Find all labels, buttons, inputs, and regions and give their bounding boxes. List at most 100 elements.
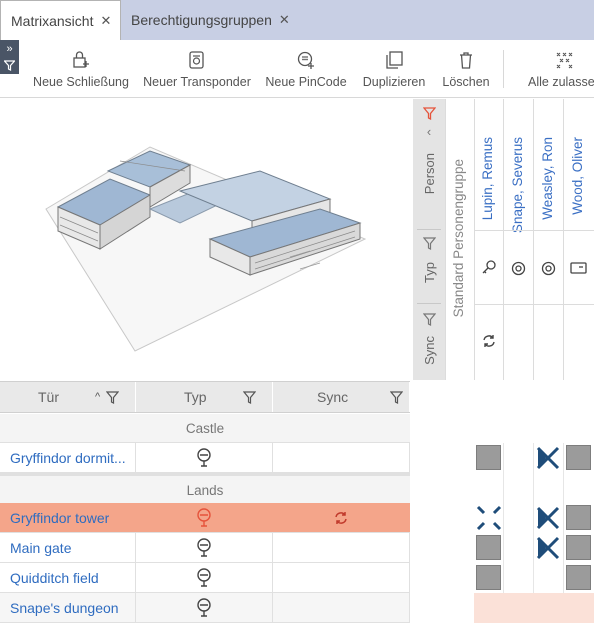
cylinder-lock-icon bbox=[197, 597, 211, 617]
door-cell[interactable]: Quidditch field bbox=[0, 563, 136, 592]
person-filter[interactable]: ‹ Person bbox=[413, 107, 445, 225]
allow-all-label: Alle zulassen bbox=[528, 75, 594, 89]
group-header-castle[interactable]: Castle bbox=[0, 414, 410, 443]
delete-button[interactable]: Löschen bbox=[442, 40, 490, 98]
table-row[interactable]: Quidditch field bbox=[0, 563, 410, 593]
key-icon bbox=[482, 260, 496, 274]
standard-group-label: Standard Personengruppe bbox=[451, 159, 466, 318]
authorization-cell-granted[interactable] bbox=[566, 445, 591, 470]
door-cell[interactable]: Gryffindor tower bbox=[0, 503, 136, 532]
building-image-area bbox=[0, 99, 413, 380]
filter-icon[interactable] bbox=[390, 390, 404, 404]
door-name: Gryffindor tower bbox=[10, 509, 110, 526]
filter-divider bbox=[417, 303, 441, 304]
authorization-revoked-icon[interactable] bbox=[535, 505, 561, 531]
authorization-cell-granted[interactable] bbox=[476, 565, 501, 590]
filter-divider bbox=[417, 229, 441, 230]
card-icon bbox=[570, 262, 587, 274]
toolbar-divider bbox=[503, 50, 504, 88]
cylinder-lock-icon bbox=[197, 507, 211, 527]
door-name: Main gate bbox=[10, 539, 72, 556]
door-cell[interactable]: Gryffindor dormit... bbox=[0, 443, 136, 472]
typ-filter-label: Typ bbox=[421, 262, 437, 283]
filter-active-icon[interactable] bbox=[422, 107, 436, 120]
authorization-revoked-icon[interactable] bbox=[535, 445, 561, 471]
sort-ascending-icon[interactable]: ^ bbox=[95, 391, 100, 403]
table-row[interactable]: Snape's dungeon bbox=[0, 593, 410, 623]
person-filter-label: Person bbox=[421, 153, 437, 195]
door-header-label: Tür bbox=[38, 389, 59, 405]
person-name: Snape, Severus bbox=[510, 137, 525, 234]
allow-all-button[interactable]: Alle zulassen bbox=[528, 40, 594, 98]
column-header-sync[interactable]: Sync bbox=[273, 382, 410, 412]
door-name: Snape's dungeon bbox=[10, 599, 119, 616]
transponder-icon bbox=[541, 261, 556, 276]
column-header-type[interactable]: Typ bbox=[136, 382, 273, 412]
type-cell bbox=[136, 443, 273, 472]
type-cell bbox=[136, 503, 273, 532]
lock-add-icon bbox=[73, 51, 89, 68]
person-name: Lupin, Remus bbox=[480, 137, 495, 221]
person-column-lupin[interactable]: Lupin, Remus bbox=[474, 99, 503, 380]
group-header-lands[interactable]: Lands bbox=[0, 476, 410, 505]
matrix-row-highlight[interactable] bbox=[474, 593, 594, 623]
tab-berechtigungsgruppen[interactable]: Berechtigungsgruppen ✕ bbox=[121, 0, 301, 40]
close-icon[interactable]: ✕ bbox=[279, 12, 290, 28]
typ-filter[interactable]: Typ bbox=[413, 237, 445, 299]
new-pincode-label: Neue PinCode bbox=[265, 75, 347, 89]
authorization-cell-granted[interactable] bbox=[566, 535, 591, 560]
type-cell bbox=[136, 593, 273, 622]
filter-icon[interactable] bbox=[106, 390, 120, 404]
authorization-revoked-icon[interactable] bbox=[535, 535, 561, 561]
trash-icon bbox=[460, 52, 472, 69]
header-divider bbox=[474, 304, 594, 305]
duplicate-button[interactable]: Duplizieren bbox=[362, 40, 426, 98]
door-cell[interactable]: Main gate bbox=[0, 533, 136, 562]
sync-cell bbox=[273, 563, 410, 592]
allow-all-icon bbox=[556, 52, 573, 69]
new-transponder-button[interactable]: Neuer Transponder bbox=[143, 40, 251, 98]
person-column-weasley[interactable]: Weasley, Ron bbox=[533, 99, 563, 380]
filter-icon[interactable] bbox=[422, 313, 436, 326]
door-name: Quidditch field bbox=[10, 569, 99, 586]
building-illustration bbox=[45, 146, 367, 352]
person-name: Wood, Oliver bbox=[570, 137, 585, 215]
expand-icon[interactable]: » bbox=[6, 43, 12, 55]
pincode-add-icon bbox=[297, 51, 314, 69]
duplicate-label: Duplizieren bbox=[362, 75, 426, 89]
person-column-snape[interactable]: Snape, Severus bbox=[503, 99, 533, 380]
filter-icon[interactable] bbox=[422, 237, 436, 250]
authorization-cell-granted[interactable] bbox=[476, 445, 501, 470]
filter-icon[interactable] bbox=[4, 60, 15, 72]
new-lock-button[interactable]: Neue Schließung bbox=[33, 40, 129, 98]
sync-filter[interactable]: Sync bbox=[413, 313, 445, 375]
sync-cell bbox=[273, 443, 410, 472]
person-column-wood[interactable]: Wood, Oliver bbox=[563, 99, 594, 380]
door-cell[interactable]: Snape's dungeon bbox=[0, 593, 136, 622]
delete-label: Löschen bbox=[442, 75, 490, 89]
table-row[interactable]: Gryffindor dormit... bbox=[0, 443, 410, 473]
toolbar: » Neue Schließung Neuer Transponder Neue… bbox=[0, 40, 594, 98]
standard-person-group-column[interactable]: Standard Personengruppe bbox=[445, 99, 474, 380]
tab-bar: Matrixansicht ✕ Berechtigungsgruppen ✕ bbox=[0, 0, 594, 41]
filter-icon[interactable] bbox=[242, 390, 256, 404]
authorization-cell-granted[interactable] bbox=[566, 565, 591, 590]
authorization-cell-granted[interactable] bbox=[476, 535, 501, 560]
chevron-up-icon[interactable]: ‹ bbox=[427, 124, 431, 139]
tab-matrixansicht[interactable]: Matrixansicht ✕ bbox=[0, 0, 121, 41]
sync-icon[interactable] bbox=[481, 333, 497, 349]
cylinder-lock-icon bbox=[197, 537, 211, 557]
sync-cell bbox=[273, 593, 410, 622]
sync-icon[interactable] bbox=[333, 510, 349, 526]
table-row[interactable]: Main gate bbox=[0, 533, 410, 563]
matrix-filter-column: ‹ Person Typ Sync bbox=[413, 99, 445, 380]
side-panel-toggle[interactable]: » bbox=[0, 40, 19, 74]
authorization-pending-icon[interactable] bbox=[476, 505, 502, 531]
type-cell bbox=[136, 563, 273, 592]
new-pincode-button[interactable]: Neue PinCode bbox=[265, 40, 347, 98]
column-header-door[interactable]: Tür ^ bbox=[0, 382, 136, 412]
authorization-cell-granted[interactable] bbox=[566, 505, 591, 530]
sync-cell[interactable] bbox=[273, 503, 410, 532]
close-icon[interactable]: ✕ bbox=[100, 13, 111, 29]
table-row-selected[interactable]: Gryffindor tower bbox=[0, 503, 410, 533]
